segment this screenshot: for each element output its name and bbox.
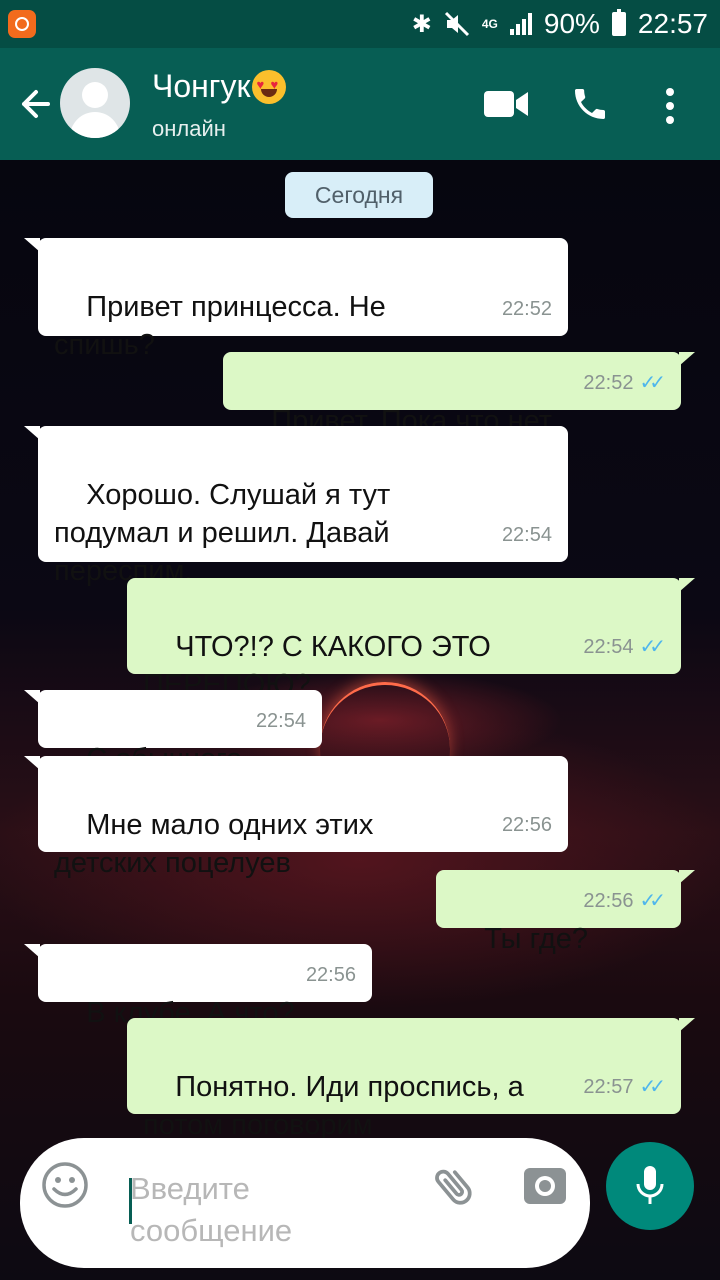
message-time: 22:56 bbox=[305, 964, 356, 986]
emoji-icon[interactable] bbox=[40, 1160, 90, 1210]
mute-icon bbox=[444, 11, 469, 37]
video-call-icon[interactable] bbox=[484, 88, 530, 120]
message-bubble-incoming[interactable]: С обычного 22:54 bbox=[24, 690, 322, 775]
notification-app-icon bbox=[8, 10, 36, 38]
message-time: 22:52 bbox=[501, 298, 552, 320]
camera-icon[interactable] bbox=[522, 1162, 568, 1208]
message-bubble-outgoing[interactable]: Привет. Пока что нет. 22:52 ✓✓ bbox=[223, 352, 695, 437]
message-time: 22:54 bbox=[501, 524, 552, 546]
message-bubble-incoming[interactable]: Мне мало одних этих детских поцелуев 22:… bbox=[24, 756, 568, 879]
message-time: 22:52 bbox=[583, 372, 634, 394]
read-ticks-icon: ✓✓ bbox=[639, 372, 665, 394]
contact-status: онлайн bbox=[152, 116, 226, 141]
message-bubble-outgoing[interactable]: Ты где? 22:56 ✓✓ bbox=[436, 870, 695, 955]
battery-icon bbox=[611, 9, 626, 36]
contact-name[interactable]: Чонгук ♥ ♥ bbox=[152, 68, 287, 105]
message-bubble-incoming[interactable]: Хорошо. Слушай я тут подумал и решил. Да… bbox=[24, 426, 568, 587]
microphone-icon bbox=[636, 1166, 664, 1204]
message-text: Мне мало одних этих детских поцелуев bbox=[54, 809, 374, 879]
message-time: 22:57 bbox=[583, 1076, 634, 1098]
back-arrow-icon[interactable] bbox=[14, 84, 54, 124]
heart-eyes-emoji-icon: ♥ ♥ bbox=[252, 69, 287, 104]
message-text: Хорошо. Слушай я тут подумал и решил. Да… bbox=[54, 479, 391, 587]
status-bar: ✱ 4G 90% 22:57 bbox=[0, 0, 720, 48]
contact-name-text: Чонгук bbox=[152, 68, 251, 104]
message-bubble-outgoing[interactable]: Понятно. Иди проспись, а потом поговорим… bbox=[127, 1018, 695, 1141]
read-ticks-icon: ✓✓ bbox=[639, 890, 665, 912]
chat-header: Чонгук ♥ ♥ онлайн bbox=[0, 48, 720, 160]
more-options-icon[interactable] bbox=[660, 86, 680, 126]
battery-percent: 90% bbox=[543, 8, 600, 39]
read-ticks-icon: ✓✓ bbox=[639, 636, 665, 658]
message-time: 22:56 bbox=[501, 814, 552, 836]
message-time: 22:54 bbox=[255, 710, 306, 732]
date-separator: Сегодня bbox=[285, 172, 433, 218]
message-time: 22:56 bbox=[583, 890, 634, 912]
message-input[interactable]: Введите сообщение bbox=[130, 1168, 292, 1252]
clock: 22:57 bbox=[637, 8, 708, 39]
message-text: Понятно. Иди проспись, а потом поговорим bbox=[143, 1071, 524, 1141]
chat-area[interactable]: Сегодня Привет принцесса. Не спишь? 22:5… bbox=[0, 160, 720, 1280]
message-bubble-incoming[interactable]: В клубе. А что? 22:56 bbox=[24, 944, 372, 1029]
message-time: 22:54 bbox=[583, 636, 634, 658]
message-bubble-outgoing[interactable]: ЧТО?!? С КАКОГО ЭТО ПЕРЕПОЮ? 22:54 ✓✓ bbox=[127, 578, 695, 701]
attachment-icon[interactable] bbox=[430, 1162, 480, 1212]
bluetooth-icon: ✱ bbox=[411, 10, 432, 38]
signal-icon bbox=[509, 13, 532, 35]
message-text: Ты где? bbox=[484, 923, 589, 955]
read-ticks-icon: ✓✓ bbox=[639, 1076, 665, 1098]
status-icons: ✱ 4G 90% 22:57 bbox=[412, 8, 708, 40]
network-type: 4G bbox=[481, 17, 498, 31]
phone-icon[interactable] bbox=[570, 84, 610, 124]
message-bubble-incoming[interactable]: Привет принцесса. Не спишь? 22:52 bbox=[24, 238, 568, 361]
contact-avatar[interactable] bbox=[60, 68, 130, 138]
voice-message-button[interactable] bbox=[606, 1142, 694, 1230]
message-text: Привет принцесса. Не спишь? bbox=[54, 291, 386, 361]
message-composer[interactable]: Введите сообщение bbox=[20, 1138, 590, 1268]
